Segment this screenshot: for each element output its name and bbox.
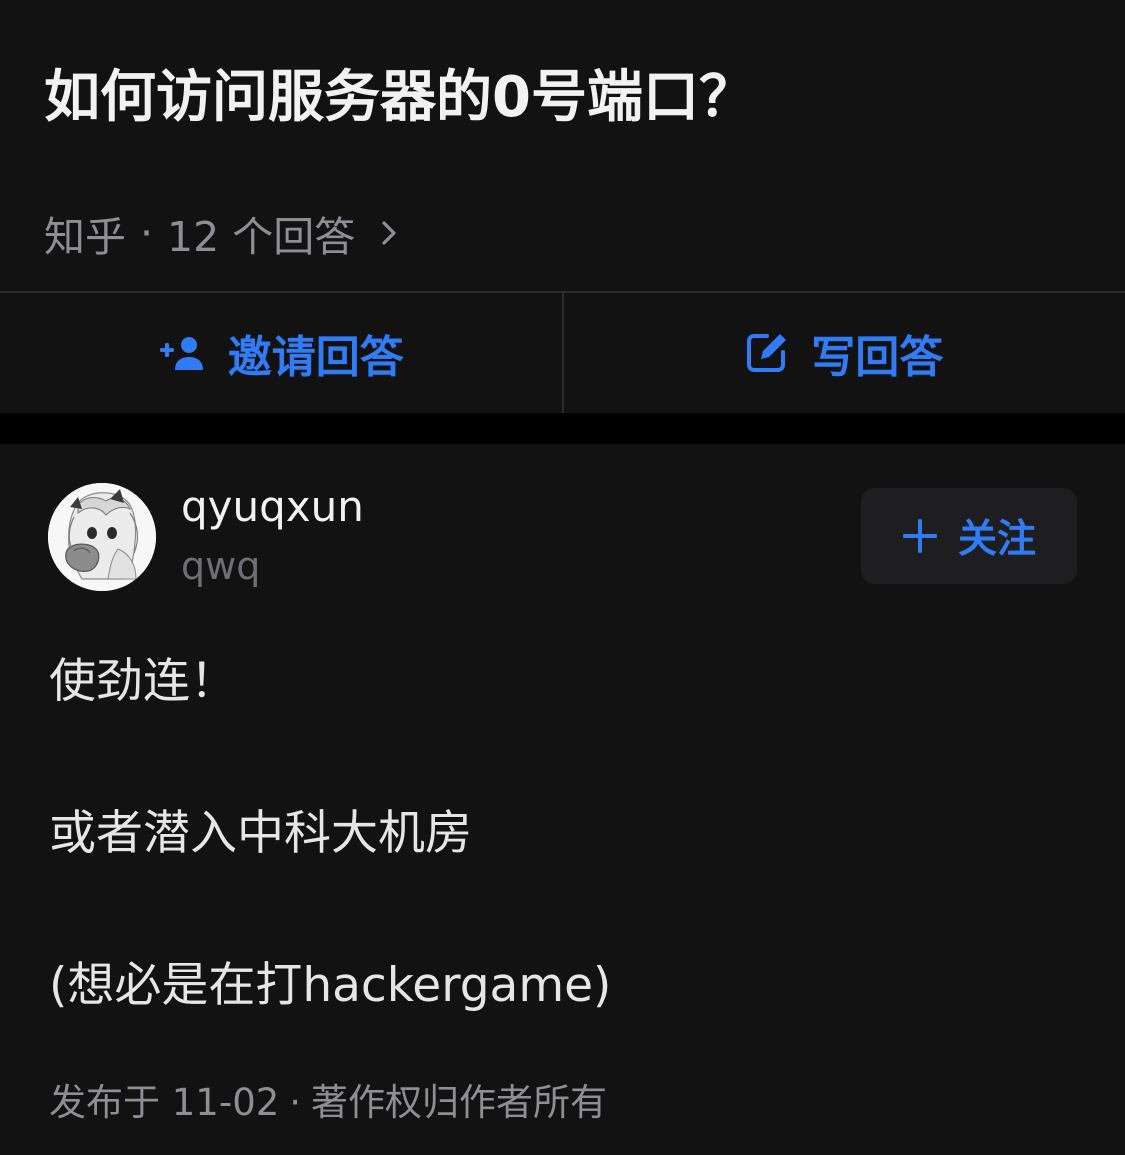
invite-answer-label: 邀请回答 — [227, 332, 404, 383]
invite-answer-button[interactable]: 邀请回答 — [0, 293, 562, 413]
copyright-notice: 著作权归作者所有 — [311, 1081, 608, 1124]
person-add-icon — [158, 333, 206, 373]
write-answer-label: 写回答 — [811, 332, 944, 383]
answer-line-1: 使劲连！ — [49, 654, 237, 709]
plus-icon — [902, 518, 938, 554]
edit-icon — [745, 331, 789, 375]
answer-line-3: (想必是在打hackergame) — [49, 958, 612, 1013]
answer-count[interactable]: 12 个回答 — [167, 203, 355, 263]
answer-footer: 发布于 11-02 · 著作权归作者所有 — [49, 1072, 607, 1126]
footer-dot: · — [289, 1081, 302, 1124]
source-label: 知乎 — [44, 213, 126, 261]
publish-date: 发布于 11-02 — [49, 1081, 280, 1124]
question-meta[interactable]: 知乎 · 12 个回答 — [44, 203, 403, 263]
question-action-bar: 邀请回答 写回答 — [0, 291, 1125, 413]
answer-card: qyuqxun qwq 关注 使劲连！ 或者潜入中科大机房 (想必是在打hack… — [0, 444, 1125, 1155]
question-title[interactable]: 如何访问服务器的0号端口？ — [44, 52, 755, 133]
follow-label: 关注 — [957, 517, 1036, 562]
meta-dot: · — [140, 209, 154, 257]
write-answer-button[interactable]: 写回答 — [561, 293, 1125, 413]
follow-button[interactable]: 关注 — [861, 488, 1077, 584]
answer-line-2: 或者潜入中科大机房 — [49, 806, 472, 861]
question-card: 如何访问服务器的0号端口？ 知乎 · 12 个回答 邀请回答 写回答 — [0, 0, 1125, 413]
author-bio: qwq — [181, 544, 261, 588]
author-name[interactable]: qyuqxun — [181, 482, 364, 531]
chevron-right-icon[interactable] — [377, 213, 403, 253]
avatar[interactable] — [48, 483, 156, 591]
